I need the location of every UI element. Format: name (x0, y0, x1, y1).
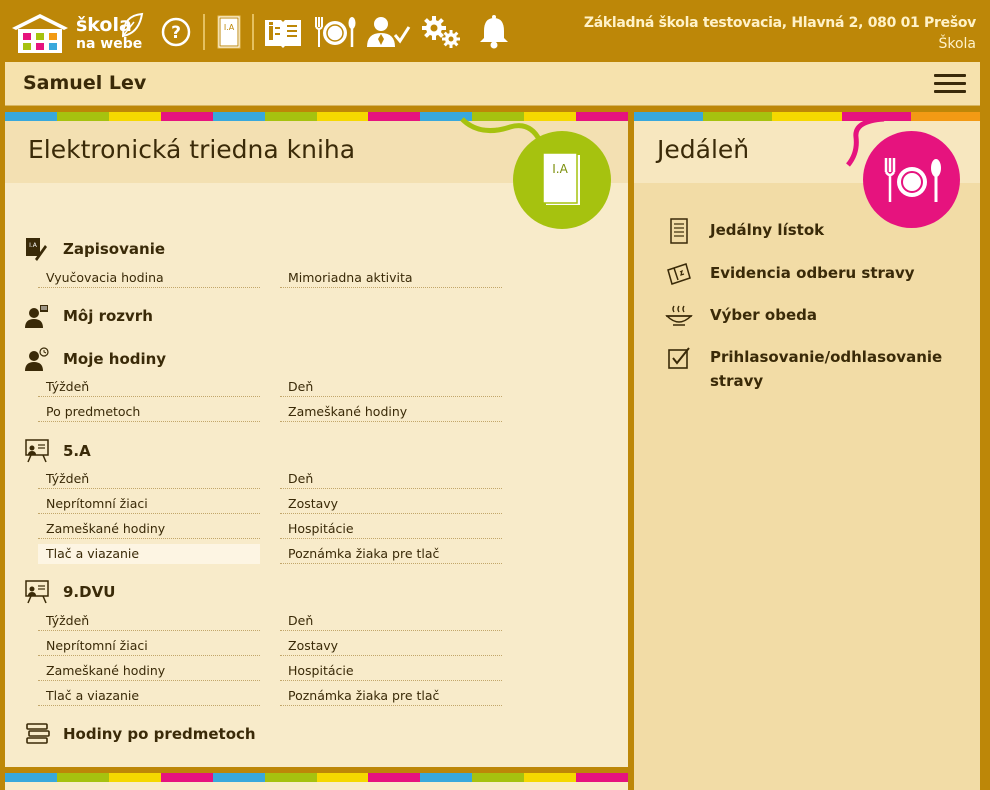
classroom-board-icon (25, 438, 55, 464)
cafeteria-item-label: Jedálny lístok (710, 221, 825, 239)
leaf-icon (121, 12, 144, 38)
grades-book-icon[interactable] (262, 14, 304, 50)
link-zameskane-hodiny[interactable]: Zameškané hodiny (38, 519, 260, 539)
hot-dish-icon (664, 303, 694, 329)
section-moj-rozvrh[interactable]: Môj rozvrh (25, 303, 153, 329)
notifications-icon[interactable] (474, 14, 514, 50)
cafeteria-item-jedalny-listok[interactable]: Jedálny lístok (664, 218, 950, 244)
cafeteria-icon[interactable] (312, 14, 358, 50)
cafeteria-item-label: Výber obeda (710, 306, 817, 324)
section-title: Moje hodiny (63, 350, 167, 368)
teacher-schedule-icon (25, 303, 55, 329)
color-stripes (634, 112, 980, 121)
link-vyucovacia-hodina[interactable]: Vyučovacia hodina (38, 268, 260, 288)
link-hospitacie[interactable]: Hospitácie (280, 661, 502, 681)
classroom-board-icon (25, 579, 55, 605)
section-class-9dvu[interactable]: 9.DVU (25, 579, 115, 605)
cafeteria-item-evidencia[interactable]: Evidencia odberu stravy (664, 261, 950, 287)
link-den[interactable]: Deň (280, 377, 502, 397)
books-stack-icon (25, 721, 55, 747)
checkbox-icon (664, 345, 694, 371)
section-hodiny-po-predmetoch[interactable]: Hodiny po predmetoch (25, 721, 256, 747)
school-name: Základná škola testovacia, Hlavná 2, 080… (583, 15, 976, 31)
hamburger-menu-icon[interactable] (934, 74, 966, 94)
cafeteria-item-label: Prihlasovanie/odhlasovanie stravy (710, 348, 943, 390)
attendance-icon[interactable] (365, 14, 411, 50)
link-tyzden[interactable]: Týždeň (38, 469, 260, 489)
svg-text:I.A: I.A (224, 23, 235, 32)
section-title: Hodiny po predmetoch (63, 725, 256, 743)
svg-text:I.A: I.A (29, 242, 38, 249)
link-poznamka-ziaka[interactable]: Poznámka žiaka pre tlač (280, 544, 502, 564)
next-panel-preview (5, 773, 628, 790)
svg-text:I.A: I.A (552, 162, 568, 176)
user-name[interactable]: Samuel Lev (23, 72, 146, 94)
cafeteria-item-prihlasovanie[interactable]: Prihlasovanie/odhlasovanie stravy (664, 345, 950, 393)
cafeteria-panel: Jedáleň Jedálny lístok Evidencia odberu … (634, 112, 980, 790)
cafeteria-icon (884, 157, 941, 202)
link-zostavy[interactable]: Zostavy (280, 636, 502, 656)
panel-title: Elektronická triedna kniha (28, 135, 356, 164)
link-den[interactable]: Deň (280, 469, 502, 489)
class-book-icon[interactable]: I.A (212, 14, 246, 50)
menu-list-icon (664, 218, 694, 244)
class-book-panel: Elektronická triedna kniha I.A I.A Zapis… (5, 112, 628, 767)
school-house-icon (12, 14, 68, 53)
user-bar: Samuel Lev (5, 62, 980, 106)
link-nepritomni-ziaci[interactable]: Neprítomní žiaci (38, 494, 260, 514)
class-book-icon: I.A (542, 152, 580, 205)
section-moje-hodiny: Moje hodiny (25, 346, 166, 372)
link-nepritomni-ziaci[interactable]: Neprítomní žiaci (38, 636, 260, 656)
link-zameskane-hodiny[interactable]: Zameškané hodiny (38, 661, 260, 681)
link-tyzden[interactable]: Týždeň (38, 377, 260, 397)
card-swipe-icon (664, 261, 694, 287)
link-den[interactable]: Deň (280, 611, 502, 631)
color-stripes (5, 773, 628, 782)
class-book-circle[interactable]: I.A (513, 131, 611, 229)
link-mimoriadna-aktivita[interactable]: Mimoriadna aktivita (280, 268, 502, 288)
section-title: 5.A (63, 442, 91, 460)
section-class-5a[interactable]: 5.A (25, 438, 91, 464)
logo-text-line2: na webe (76, 36, 143, 52)
link-zameskane-hodiny[interactable]: Zameškané hodiny (280, 402, 502, 422)
link-zostavy[interactable]: Zostavy (280, 494, 502, 514)
section-title: Zapisovanie (63, 240, 166, 258)
link-po-predmetoch[interactable]: Po predmetoch (38, 402, 260, 422)
section-title: Môj rozvrh (63, 307, 153, 325)
logo[interactable]: škola na webe (10, 12, 145, 56)
cafeteria-item-label: Evidencia odberu stravy (710, 264, 915, 282)
link-tlac-a-viazanie[interactable]: Tlač a viazanie (38, 686, 260, 706)
section-zapisovanie: I.A Zapisovanie (25, 236, 165, 262)
link-tlac-a-viazanie[interactable]: Tlač a viazanie (38, 544, 260, 564)
help-icon[interactable]: ? (158, 14, 194, 50)
link-hospitacie[interactable]: Hospitácie (280, 519, 502, 539)
write-icon: I.A (25, 236, 55, 262)
cafeteria-item-vyber-obeda[interactable]: Výber obeda (664, 303, 950, 329)
svg-text:?: ? (171, 23, 181, 43)
panel-title: Jedáleň (657, 135, 750, 164)
section-title: 9.DVU (63, 583, 116, 601)
link-tyzden[interactable]: Týždeň (38, 611, 260, 631)
cafeteria-circle[interactable] (863, 131, 960, 228)
settings-icon[interactable] (420, 14, 464, 50)
top-bar: škola na webe ? I.A Základná škola testo… (0, 0, 990, 62)
teacher-clock-icon (25, 346, 55, 372)
toolbar-separator (252, 14, 254, 50)
link-poznamka-ziaka[interactable]: Poznámka žiaka pre tlač (280, 686, 502, 706)
school-type: Škola (938, 36, 976, 52)
toolbar-separator (203, 14, 205, 50)
